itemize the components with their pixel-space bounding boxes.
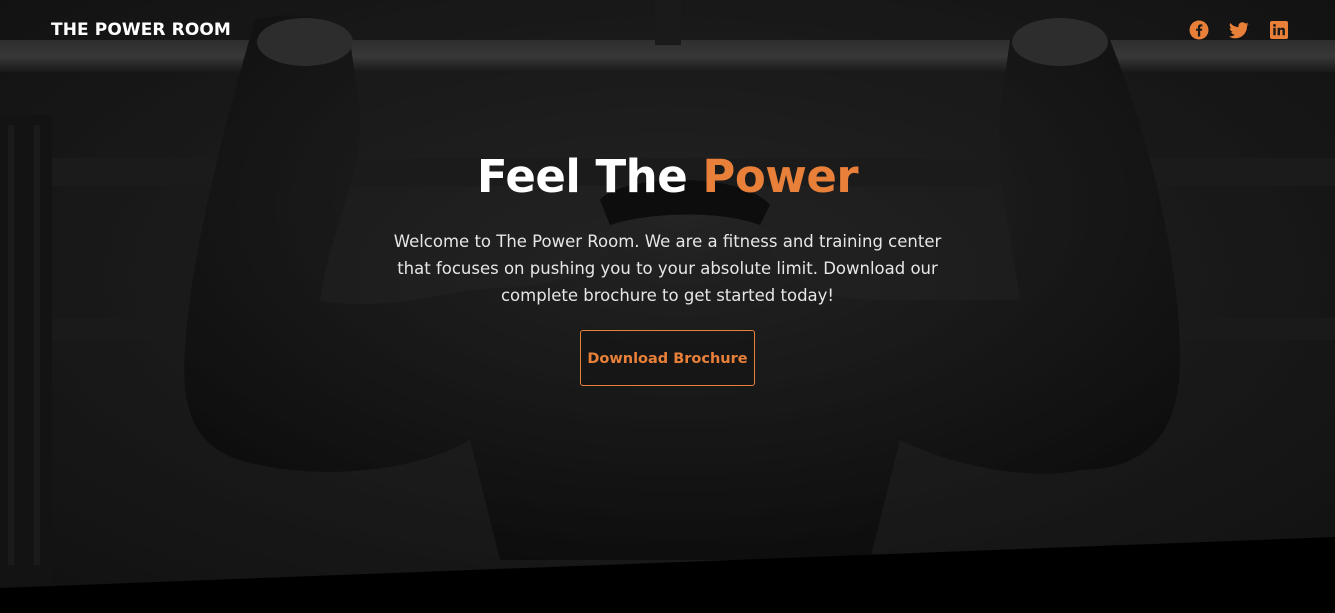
social-links: [1189, 20, 1289, 40]
facebook-link[interactable]: [1189, 20, 1209, 40]
twitter-icon: [1229, 22, 1249, 39]
hero-description: Welcome to The Power Room. We are a fitn…: [393, 232, 942, 305]
linkedin-icon: [1270, 21, 1288, 39]
linkedin-link[interactable]: [1269, 20, 1289, 40]
hero-title-accent: Power: [702, 150, 859, 203]
hero-title: Feel The Power: [0, 146, 1335, 208]
hero-content: Feel The Power Welcome to The Power Room…: [0, 146, 1335, 386]
hero-section: THE POWER ROOM Feel The Power Welcome to…: [0, 0, 1335, 613]
brand-logo-link[interactable]: THE POWER ROOM: [51, 20, 231, 40]
top-navbar: THE POWER ROOM: [0, 0, 1335, 62]
twitter-link[interactable]: [1229, 20, 1249, 40]
download-brochure-button[interactable]: Download Brochure: [580, 330, 755, 386]
facebook-icon: [1189, 20, 1209, 40]
hero-title-main: Feel The: [476, 150, 703, 203]
